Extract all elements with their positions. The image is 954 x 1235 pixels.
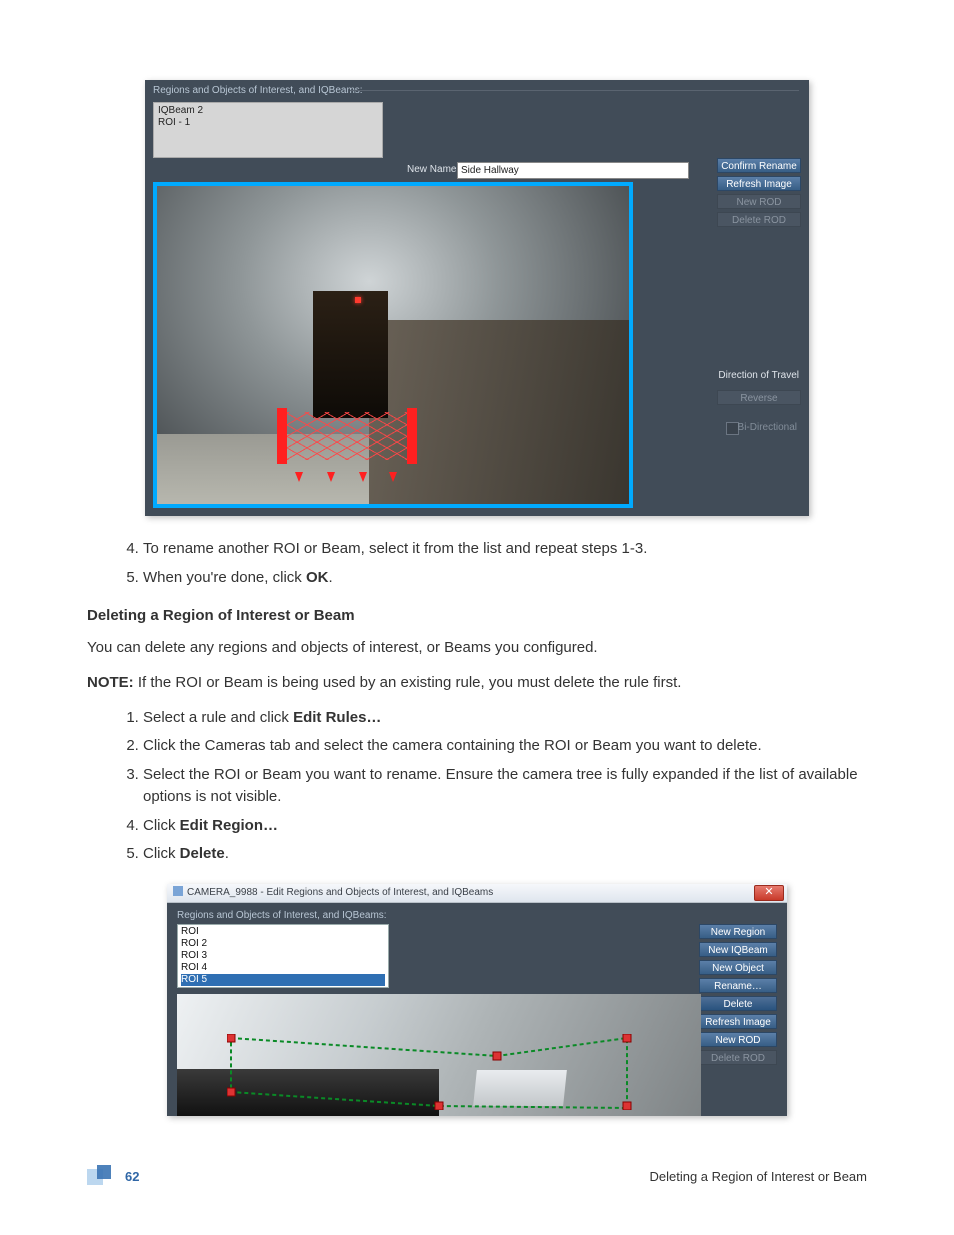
step-3: Select the ROI or Beam you want to renam… [143, 764, 867, 809]
new-name-input[interactable] [457, 162, 689, 179]
delete-rod-button: Delete ROD [717, 212, 801, 227]
close-icon: ✕ [764, 886, 773, 898]
roi-listbox-2[interactable]: ROI ROI 2 ROI 3 ROI 4 ROI 5 [177, 924, 389, 988]
reverse-button: Reverse [717, 390, 801, 405]
new-iqbeam-button[interactable]: New IQBeam [699, 942, 777, 957]
group-label: Regions and Objects of Interest, and IQB… [153, 85, 363, 96]
camera-preview [153, 182, 633, 508]
step-2: Click the Cameras tab and select the cam… [143, 735, 867, 758]
steps-list-bottom: Select a rule and click Edit Rules… Clic… [87, 707, 867, 866]
new-region-button[interactable]: New Region [699, 924, 777, 939]
note-label: NOTE: [87, 674, 134, 691]
step-5b: Click Delete. [143, 843, 867, 866]
new-name-label: New Name: [407, 164, 459, 175]
window-titlebar: CAMERA_9988 - Edit Regions and Objects o… [167, 884, 787, 903]
window-title: CAMERA_9988 - Edit Regions and Objects o… [187, 887, 493, 898]
body-paragraph: You can delete any regions and objects o… [87, 636, 867, 659]
list-item[interactable]: ROI 3 [181, 950, 385, 962]
new-object-button[interactable]: New Object [699, 960, 777, 975]
list-item[interactable]: ROI 2 [181, 938, 385, 950]
delete-rod-button-2: Delete ROD [699, 1050, 777, 1065]
note-paragraph: NOTE: If the ROI or Beam is being used b… [87, 671, 867, 694]
page-number: 62 [125, 1169, 139, 1184]
document-page: Regions and Objects of Interest, and IQB… [0, 0, 954, 1235]
step-4: To rename another ROI or Beam, select it… [143, 538, 867, 561]
step-4b: Click Edit Region… [143, 815, 867, 838]
section-heading: Deleting a Region of Interest or Beam [87, 607, 867, 624]
confirm-rename-button[interactable]: Confirm Rename [717, 158, 801, 173]
footer-logo-icon [87, 1165, 115, 1187]
screenshot-delete-roi: CAMERA_9988 - Edit Regions and Objects o… [167, 884, 787, 1116]
step-1: Select a rule and click Edit Rules… [143, 707, 867, 730]
delete-button[interactable]: Delete [699, 996, 777, 1011]
refresh-image-button-2[interactable]: Refresh Image [699, 1014, 777, 1029]
iqbeam-overlay-icon [277, 408, 417, 464]
close-button[interactable]: ✕ [754, 885, 784, 901]
new-rod-button: New ROD [717, 194, 801, 209]
scene-doorway-icon [313, 291, 389, 418]
rename-button[interactable]: Rename… [699, 978, 777, 993]
list-item[interactable]: ROI [181, 926, 385, 938]
window-icon [173, 886, 183, 896]
footer-title: Deleting a Region of Interest or Beam [649, 1169, 867, 1184]
page-footer: 62 Deleting a Region of Interest or Beam [87, 1165, 867, 1187]
groupbox-rule-icon [350, 90, 799, 91]
bidirectional-label: Bi-Directional [738, 422, 797, 433]
roi-listbox[interactable]: IQBeam 2 ROI - 1 [153, 102, 383, 158]
screenshot-rename-roi: Regions and Objects of Interest, and IQB… [145, 80, 809, 516]
list-item-selected[interactable]: ROI 5 [181, 974, 385, 986]
new-rod-button-2[interactable]: New ROD [699, 1032, 777, 1047]
list-item[interactable]: ROI 4 [181, 962, 385, 974]
refresh-image-button[interactable]: Refresh Image [717, 176, 801, 191]
list-item[interactable]: ROI - 1 [158, 117, 378, 129]
steps-list-top: To rename another ROI or Beam, select it… [87, 538, 867, 589]
exit-sign-icon [355, 297, 361, 303]
direction-of-travel-label: Direction of Travel [718, 370, 799, 381]
step-5: When you're done, click OK. [143, 567, 867, 590]
list-item[interactable]: IQBeam 2 [158, 105, 378, 117]
roi-polygon-overlay-icon [227, 1034, 632, 1110]
group-label-2: Regions and Objects of Interest, and IQB… [177, 910, 387, 921]
